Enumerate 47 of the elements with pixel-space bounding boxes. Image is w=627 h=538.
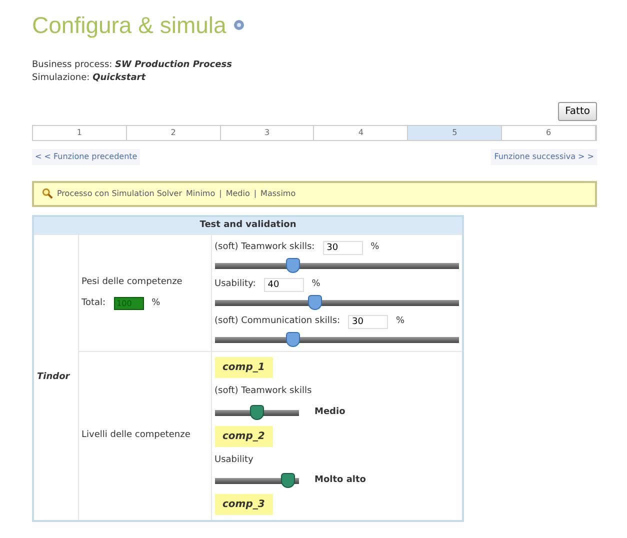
solver-link[interactable]: Massimo (260, 188, 296, 200)
slider-thumb[interactable] (281, 473, 296, 488)
level-reading: Molto alto (314, 474, 366, 488)
done-button[interactable]: Fatto (558, 102, 597, 120)
previous-link[interactable]: < < Funzione precedente (32, 148, 140, 164)
slider-thumb[interactable] (286, 332, 300, 347)
step-tab[interactable]: 6 (502, 126, 596, 140)
weight-label: (soft) Teamwork skills: (214, 241, 315, 254)
weights-label: Pesi delle competenze (82, 276, 184, 288)
competency-tag: comp_1 (214, 357, 273, 378)
total-label: Total: (82, 297, 106, 310)
competency-tag: comp_2 (214, 426, 273, 446)
unit-label: % (396, 315, 405, 328)
table-header: Test and validation (33, 216, 463, 234)
next-link[interactable]: Funzione successiva > > (491, 148, 597, 164)
solver-link[interactable]: Medio (226, 188, 250, 200)
weight-label: Usability: (214, 278, 256, 292)
weight-field[interactable]: 40 (264, 278, 304, 292)
weight-field[interactable]: 30 (322, 241, 363, 255)
info-value: Quickstart (92, 73, 146, 83)
separator: | (219, 188, 222, 200)
competency-name: Usability (214, 454, 254, 466)
info-value: SW Production Process (115, 60, 232, 70)
notice-text: Processo con Simulation Solver (57, 188, 182, 200)
weight-label: (soft) Communication skills: (214, 315, 340, 328)
unit-label: % (312, 278, 320, 292)
step-tab[interactable]: 1 (33, 126, 127, 140)
info-label: Simulazione: (32, 73, 90, 83)
weight-field[interactable]: 30 (348, 315, 388, 329)
slider-thumb[interactable] (308, 295, 322, 310)
slider-track[interactable] (214, 332, 459, 348)
competency-name: (soft) Teamwork skills (214, 385, 313, 398)
step-tab[interactable]: 2 (126, 126, 221, 140)
page-title: Configura & simula (32, 11, 226, 40)
slider-thumb[interactable] (286, 258, 300, 273)
unit-label: % (370, 241, 380, 254)
level-reading: Medio (314, 406, 346, 419)
info-label: Business process: (32, 60, 112, 70)
unit-label: % (152, 297, 160, 310)
step-tab[interactable]: 5 (408, 126, 502, 140)
search-icon (42, 188, 53, 199)
solver-link[interactable]: Minimo (186, 188, 216, 200)
help-icon[interactable] (234, 20, 244, 30)
step-tab[interactable]: 3 (220, 126, 314, 140)
slider-thumb[interactable] (250, 404, 264, 420)
competency-tag: comp_3 (214, 494, 273, 515)
separator: | (254, 188, 257, 200)
